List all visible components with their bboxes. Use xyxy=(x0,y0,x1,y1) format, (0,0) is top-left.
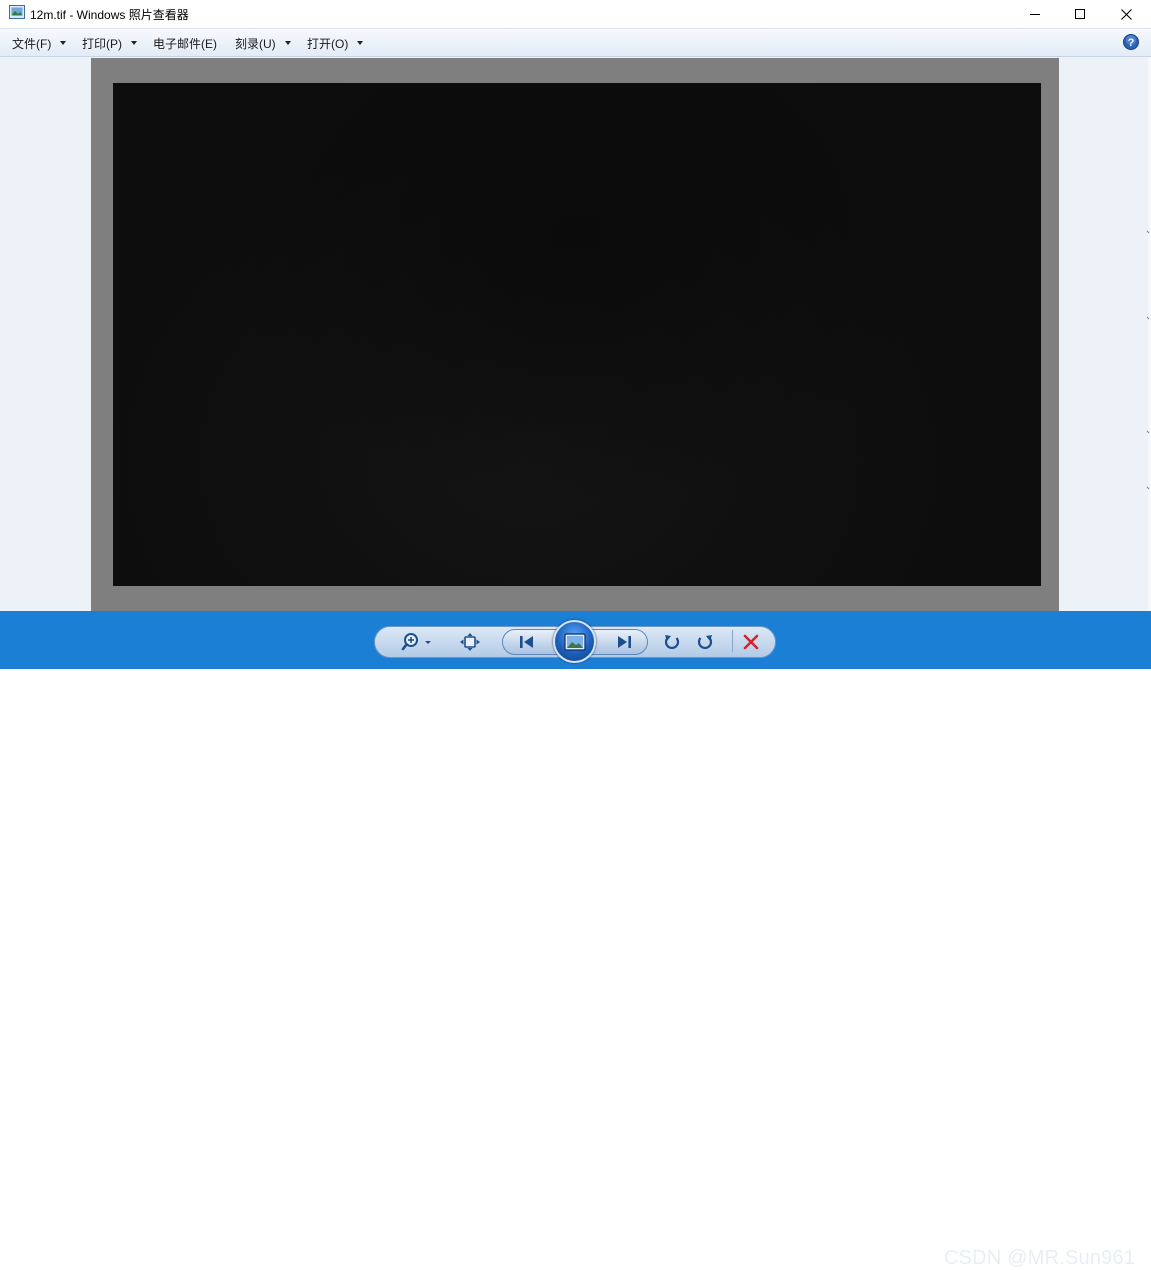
toolbar-divider xyxy=(732,630,733,652)
close-icon xyxy=(1120,8,1132,20)
chevron-down-icon xyxy=(131,41,137,45)
image-viewer-area xyxy=(0,57,1151,611)
actual-size-button[interactable] xyxy=(458,631,482,653)
next-icon xyxy=(618,636,631,648)
edge-marks xyxy=(1146,230,1150,490)
magnifier-icon xyxy=(401,633,431,651)
slideshow-icon xyxy=(563,632,586,651)
maximize-icon xyxy=(1075,9,1085,19)
close-button[interactable] xyxy=(1103,0,1149,28)
window-title: 12m.tif - Windows 照片查看器 xyxy=(30,8,189,22)
rotate-left-icon xyxy=(664,635,680,650)
delete-button[interactable] xyxy=(740,631,762,653)
displayed-image xyxy=(113,83,1041,586)
previous-button[interactable] xyxy=(512,631,542,653)
chevron-down-icon xyxy=(60,41,67,45)
previous-icon xyxy=(520,636,533,648)
chevron-down-icon xyxy=(357,41,364,45)
rotate-counterclockwise-button[interactable] xyxy=(661,631,683,653)
rotate-right-icon xyxy=(697,635,713,650)
menu-print[interactable]: 打印(P) xyxy=(82,29,137,57)
next-button[interactable] xyxy=(609,631,639,653)
minimize-button[interactable] xyxy=(1012,0,1058,28)
menu-email[interactable]: 电子邮件(E) xyxy=(153,29,217,57)
zoom-button[interactable] xyxy=(398,631,436,653)
slideshow-button[interactable] xyxy=(553,620,596,663)
menu-email-label: 电子邮件(E) xyxy=(153,36,217,51)
minimize-icon xyxy=(1030,14,1040,15)
menu-print-label: 打印(P) xyxy=(82,36,122,51)
maximize-button[interactable] xyxy=(1057,0,1103,28)
menu-burn[interactable]: 刻录(U) xyxy=(235,29,291,57)
watermark-text: CSDN @MR.Sun961 xyxy=(944,1247,1136,1269)
menu-file[interactable]: 文件(F) xyxy=(12,29,67,57)
actual-size-icon xyxy=(460,633,480,651)
chevron-down-icon xyxy=(284,41,291,45)
title-bar: 12m.tif - Windows 照片查看器 xyxy=(0,0,1151,28)
delete-icon xyxy=(743,634,759,650)
svg-text:?: ? xyxy=(1128,37,1135,49)
photo-frame xyxy=(91,58,1059,611)
menu-open-label: 打开(O) xyxy=(307,36,349,51)
rotate-clockwise-button[interactable] xyxy=(694,631,716,653)
help-icon[interactable]: ? xyxy=(1123,34,1139,50)
menu-file-label: 文件(F) xyxy=(12,36,52,51)
photo-viewer-app-icon xyxy=(9,5,25,19)
menu-open[interactable]: 打开(O) xyxy=(307,29,364,57)
menu-burn-label: 刻录(U) xyxy=(235,36,276,51)
menu-bar: 文件(F) 打印(P) 电子邮件(E) 刻录(U) 打开(O) ? xyxy=(0,28,1151,57)
